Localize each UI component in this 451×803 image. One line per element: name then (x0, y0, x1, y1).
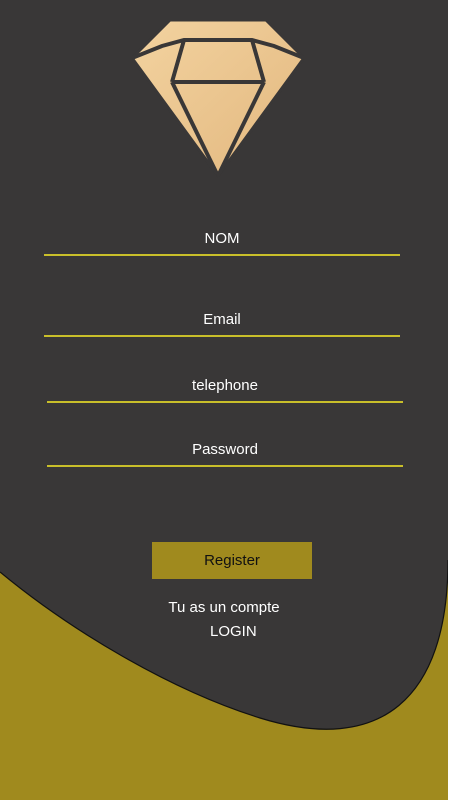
login-link[interactable]: LOGIN (210, 623, 257, 640)
password-field (47, 427, 403, 467)
password-input[interactable] (47, 427, 403, 467)
have-account-text: Tu as un compte (168, 599, 280, 616)
email-input[interactable] (44, 297, 400, 337)
telephone-input[interactable] (47, 363, 403, 403)
register-screen: Register Tu as un compte LOGIN (0, 0, 448, 800)
nom-input[interactable] (44, 216, 400, 256)
diamond-icon (132, 20, 304, 178)
telephone-field (47, 363, 403, 403)
email-field (44, 297, 400, 337)
register-button[interactable]: Register (152, 542, 312, 579)
nom-field (44, 216, 400, 256)
